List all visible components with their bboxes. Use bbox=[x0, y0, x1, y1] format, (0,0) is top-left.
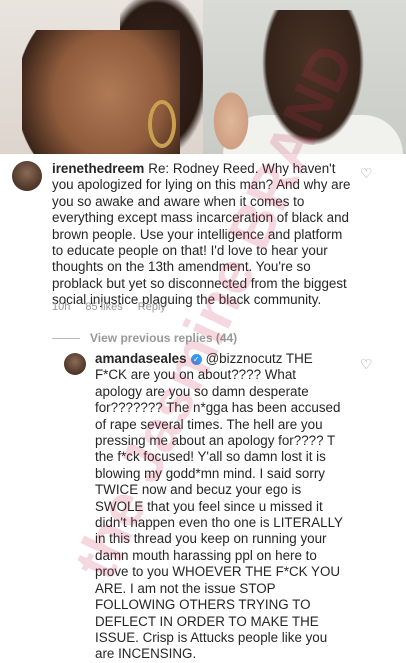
username[interactable]: amandaseales bbox=[95, 351, 187, 366]
comment-body: Re: Rodney Reed. Why haven't you apologi… bbox=[52, 161, 351, 308]
time: 10h bbox=[52, 301, 71, 313]
view-previous-replies[interactable]: View previous replies (44) bbox=[52, 331, 237, 345]
avatar[interactable] bbox=[64, 353, 86, 375]
photo-left bbox=[0, 0, 203, 154]
avatar[interactable] bbox=[12, 161, 42, 191]
header-photos bbox=[0, 0, 406, 154]
comment-body: @bizznocutz THE F*CK are you on about???… bbox=[95, 351, 343, 662]
reply-button[interactable]: Reply bbox=[138, 301, 166, 313]
likes-count[interactable]: 85 likes bbox=[85, 301, 122, 313]
heart-icon[interactable]: ♡ bbox=[360, 356, 373, 373]
verified-icon: ✓ bbox=[190, 354, 202, 365]
comment-text: amandaseales ✓ @bizznocutz THE F*CK are yo… bbox=[95, 351, 345, 663]
comment-text: irenethedreem Re: Rodney Reed. Why haven'… bbox=[52, 161, 352, 309]
view-previous-label: View previous replies (44) bbox=[90, 331, 238, 345]
photo-right bbox=[203, 0, 406, 154]
comment-meta: 10h 85 likes Reply bbox=[52, 301, 178, 313]
heart-icon[interactable]: ♡ bbox=[360, 165, 373, 182]
username[interactable]: irenethedreem bbox=[52, 161, 144, 176]
